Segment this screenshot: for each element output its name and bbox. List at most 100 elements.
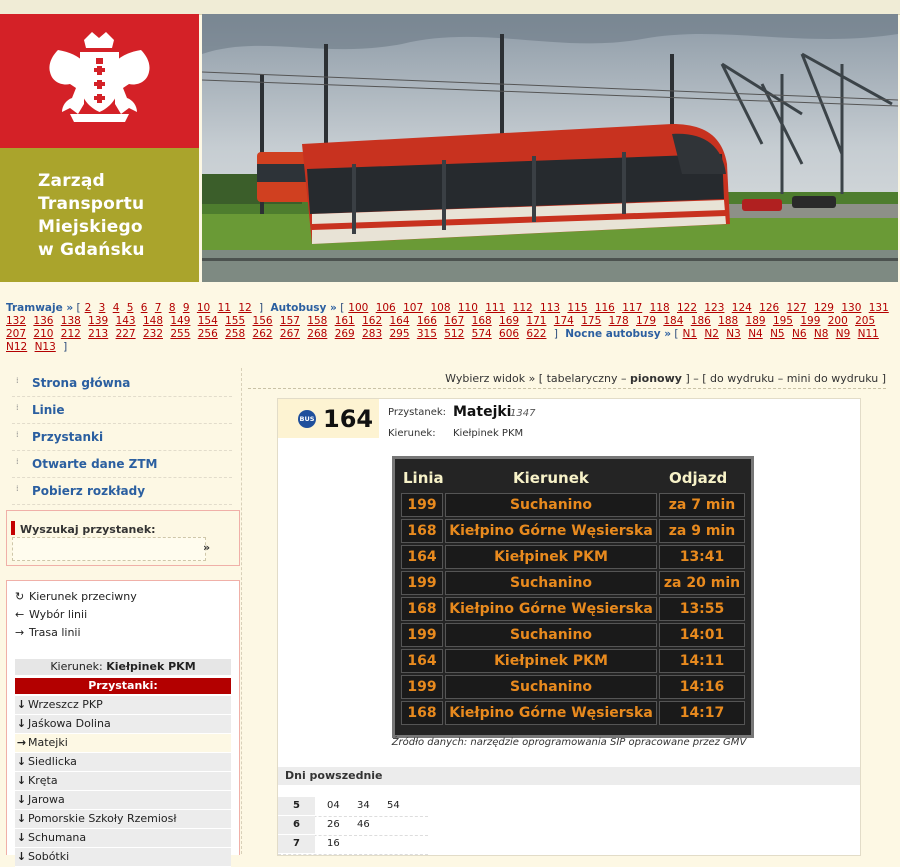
bus-line-link[interactable]: 107	[403, 302, 423, 314]
night-bus-line-link[interactable]: N8	[814, 328, 829, 340]
bus-line-link[interactable]: 161	[335, 315, 355, 327]
bus-line-link[interactable]: 132	[6, 315, 26, 327]
bus-line-link[interactable]: 123	[704, 302, 724, 314]
route-option-label[interactable]: Kierunek przeciwny	[29, 590, 137, 603]
bus-line-link[interactable]: 199	[800, 315, 820, 327]
stop-list-name[interactable]: Jaśkowa Dolina	[28, 717, 111, 730]
tram-line-link[interactable]: 6	[141, 302, 148, 314]
bus-line-link[interactable]: 258	[225, 328, 245, 340]
night-bus-line-link[interactable]: N5	[770, 328, 785, 340]
bus-line-link[interactable]: 115	[567, 302, 587, 314]
stop-list-name[interactable]: Kręta	[28, 774, 58, 787]
tram-line-link[interactable]: 9	[183, 302, 190, 314]
bus-line-link[interactable]: 255	[170, 328, 190, 340]
night-bus-line-link[interactable]: N4	[748, 328, 763, 340]
bus-line-link[interactable]: 110	[458, 302, 478, 314]
bus-line-link[interactable]: 164	[389, 315, 409, 327]
bus-line-link[interactable]: 108	[430, 302, 450, 314]
bus-line-link[interactable]: 189	[746, 315, 766, 327]
night-bus-line-link[interactable]: N2	[704, 328, 719, 340]
bus-line-link[interactable]: 268	[307, 328, 327, 340]
bus-line-link[interactable]: 295	[389, 328, 409, 340]
bus-line-link[interactable]: 127	[787, 302, 807, 314]
tram-line-link[interactable]: 8	[169, 302, 176, 314]
night-bus-line-link[interactable]: N6	[792, 328, 807, 340]
sidebar-nav-label[interactable]: Otwarte dane ZTM	[32, 457, 157, 471]
bus-line-link[interactable]: 262	[253, 328, 273, 340]
bus-line-link[interactable]: 112	[513, 302, 533, 314]
route-option[interactable]: ← Wybór linii	[15, 608, 87, 621]
bus-line-link[interactable]: 106	[376, 302, 396, 314]
tram-line-link[interactable]: 2	[85, 302, 92, 314]
bus-line-link[interactable]: 167	[444, 315, 464, 327]
bus-line-link[interactable]: 171	[526, 315, 546, 327]
stop-list-item[interactable]: ↓ Kręta	[15, 772, 231, 791]
bus-line-link[interactable]: 210	[33, 328, 53, 340]
bus-line-link[interactable]: 138	[61, 315, 81, 327]
bus-line-link[interactable]: 139	[88, 315, 108, 327]
bus-line-link[interactable]: 179	[636, 315, 656, 327]
bus-line-link[interactable]: 169	[499, 315, 519, 327]
bus-line-link[interactable]: 131	[869, 302, 889, 314]
sidebar-nav-item[interactable]: ⁞ Pobierz rozkłady	[12, 478, 232, 505]
bus-line-link[interactable]: 117	[622, 302, 642, 314]
tram-line-link[interactable]: 3	[99, 302, 106, 314]
night-bus-line-link[interactable]: N3	[726, 328, 741, 340]
tram-line-link[interactable]: 10	[197, 302, 210, 314]
stop-list-name[interactable]: Sobótki	[28, 850, 69, 863]
bus-line-link[interactable]: 512	[444, 328, 464, 340]
logo-red-block[interactable]	[0, 14, 199, 148]
stop-list-name[interactable]: Matejki	[28, 736, 68, 749]
bus-line-link[interactable]: 232	[143, 328, 163, 340]
stop-list-item[interactable]: → Matejki	[15, 734, 231, 753]
bus-line-link[interactable]: 156	[253, 315, 273, 327]
tram-line-link[interactable]: 12	[238, 302, 251, 314]
bus-line-link[interactable]: 157	[280, 315, 300, 327]
bus-line-link[interactable]: 622	[526, 328, 546, 340]
route-option[interactable]: ↻ Kierunek przeciwny	[15, 590, 137, 603]
bus-line-link[interactable]: 256	[198, 328, 218, 340]
bus-line-link[interactable]: 148	[143, 315, 163, 327]
bus-line-link[interactable]: 188	[718, 315, 738, 327]
sidebar-nav-label[interactable]: Pobierz rozkłady	[32, 484, 145, 498]
view-selector-prefix[interactable]: Wybierz widok » [ tabelaryczny –	[445, 372, 630, 385]
tram-line-link[interactable]: 7	[155, 302, 162, 314]
sidebar-nav-label[interactable]: Linie	[32, 403, 65, 417]
stop-list-name[interactable]: Schumana	[28, 831, 86, 844]
bus-line-link[interactable]: 168	[472, 315, 492, 327]
view-selector-suffix[interactable]: ] – [ do wydruku – mini do wydruku ]	[682, 372, 886, 385]
stop-list-item[interactable]: ↓ Pomorskie Szkoły Rzemiosł	[15, 810, 231, 829]
bus-line-link[interactable]: 100	[348, 302, 368, 314]
route-option-label[interactable]: Wybór linii	[29, 608, 87, 621]
bus-line-link[interactable]: 200	[828, 315, 848, 327]
route-option-label[interactable]: Trasa linii	[29, 626, 81, 639]
sidebar-nav-label[interactable]: Przystanki	[32, 430, 103, 444]
bus-line-link[interactable]: 315	[417, 328, 437, 340]
night-bus-line-link[interactable]: N12	[6, 341, 27, 353]
tram-line-link[interactable]: 5	[127, 302, 134, 314]
bus-line-link[interactable]: 213	[88, 328, 108, 340]
bus-line-link[interactable]: 154	[198, 315, 218, 327]
bus-line-link[interactable]: 174	[554, 315, 574, 327]
bus-line-link[interactable]: 130	[841, 302, 861, 314]
bus-line-link[interactable]: 283	[362, 328, 382, 340]
stop-list-name[interactable]: Siedlicka	[28, 755, 77, 768]
bus-line-link[interactable]: 269	[335, 328, 355, 340]
sidebar-nav-item[interactable]: ⁞ Strona główna	[12, 370, 232, 397]
bus-line-link[interactable]: 227	[116, 328, 136, 340]
bus-line-link[interactable]: 195	[773, 315, 793, 327]
search-go-button[interactable]: »	[203, 541, 210, 554]
night-bus-line-link[interactable]: N9	[836, 328, 851, 340]
bus-line-link[interactable]: 113	[540, 302, 560, 314]
bus-line-link[interactable]: 118	[650, 302, 670, 314]
bus-line-link[interactable]: 111	[485, 302, 505, 314]
stop-list-name[interactable]: Jarowa	[28, 793, 65, 806]
stop-list-item[interactable]: ↓ Siedlicka	[15, 753, 231, 772]
stop-list-item[interactable]: ↓ Schumana	[15, 829, 231, 848]
bus-line-link[interactable]: 149	[170, 315, 190, 327]
sidebar-nav-label[interactable]: Strona główna	[32, 376, 130, 390]
view-option-vertical[interactable]: pionowy	[630, 372, 682, 385]
route-option[interactable]: → Trasa linii	[15, 626, 81, 639]
tram-line-link[interactable]: 11	[218, 302, 231, 314]
bus-line-link[interactable]: 158	[307, 315, 327, 327]
